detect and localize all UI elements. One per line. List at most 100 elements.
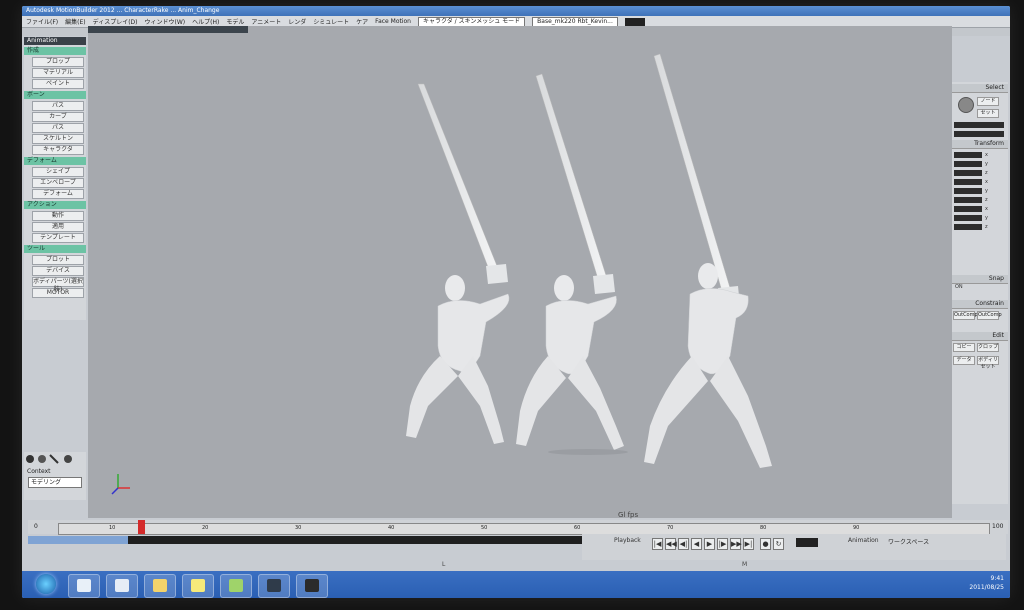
playhead[interactable] (138, 520, 145, 534)
record-button[interactable]: ● (760, 538, 771, 550)
play-button[interactable]: ▶ (704, 538, 715, 550)
left-button[interactable]: ボディパーツ(選択肢) (32, 277, 84, 293)
menu-edit[interactable]: 編集(E) (65, 17, 85, 26)
menu-animate[interactable]: アニメート (251, 17, 281, 26)
taskbar-app[interactable] (144, 574, 176, 598)
animation-layer-select[interactable]: ワークスペース (888, 537, 929, 546)
timeline[interactable]: 0 10 20 30 40 50 60 70 80 90 100 (28, 520, 1008, 535)
edit-button[interactable]: データ (953, 356, 975, 365)
mode-select[interactable]: キャラクタ / スキンメッシュ モード (418, 16, 526, 27)
paint-icon[interactable] (26, 455, 34, 463)
left-button[interactable]: デフォーム (32, 189, 84, 199)
character-figure[interactable] (644, 53, 772, 468)
left-button[interactable]: パス (32, 101, 84, 111)
menu-display[interactable]: ディスプレイ(D) (93, 17, 138, 26)
edit-button[interactable]: コピー (953, 343, 975, 352)
go-end-button[interactable]: ▶| (743, 538, 754, 550)
left-button[interactable]: パス (32, 123, 84, 133)
transform-field[interactable] (954, 170, 982, 176)
edit-button[interactable]: ボディリセット (977, 356, 999, 370)
taskbar-app[interactable] (106, 574, 138, 598)
menu-face-motion[interactable]: Face Motion (375, 18, 411, 25)
select-field[interactable] (954, 122, 1004, 128)
tick-label: 70 (667, 525, 674, 531)
edit-button[interactable]: クロップ (977, 343, 999, 352)
search-field[interactable] (624, 17, 645, 26)
left-button[interactable]: デバイス (32, 266, 84, 276)
timeline-start[interactable]: 0 (34, 523, 38, 530)
left-button[interactable]: エンベロープ (32, 178, 84, 188)
select-sphere-icon[interactable] (958, 97, 974, 113)
character-figure[interactable] (406, 83, 510, 444)
next-key-button[interactable]: |▶ (717, 538, 728, 550)
left-button[interactable]: プロット (32, 255, 84, 265)
sphere-icon[interactable] (64, 455, 72, 463)
scene-canvas (111, 53, 772, 495)
taskbar-app[interactable] (296, 574, 328, 598)
frame-field[interactable] (796, 538, 818, 547)
left-button[interactable]: MOTOR (32, 288, 84, 298)
section-action[interactable]: アクション (24, 201, 86, 209)
left-button[interactable]: テンプレート (32, 233, 84, 243)
select-field[interactable] (954, 131, 1004, 137)
constrain-button[interactable]: OutComp (977, 311, 1002, 320)
timeline-end[interactable]: 100 (992, 523, 1003, 530)
section-deform[interactable]: デフォーム (24, 157, 86, 165)
constrain-button[interactable]: OutComp (953, 311, 978, 320)
taskbar-app[interactable] (68, 574, 100, 598)
transform-field[interactable] (954, 161, 982, 167)
select-area: ノード セット (952, 93, 1008, 119)
transform-field[interactable] (954, 224, 982, 230)
left-button[interactable]: 動作 (32, 211, 84, 221)
transform-field[interactable] (954, 197, 982, 203)
menu-render[interactable]: レンダ (288, 17, 306, 26)
transform-field[interactable] (954, 188, 982, 194)
wand-icon[interactable] (49, 454, 59, 464)
character-figure[interactable] (516, 73, 628, 455)
left-button[interactable]: シェイプ (32, 167, 84, 177)
section-create[interactable]: 作成 (24, 47, 86, 55)
start-button[interactable] (36, 574, 56, 594)
brush-icon[interactable] (38, 455, 46, 463)
3d-viewport[interactable]: Gl fps (88, 26, 952, 519)
file-select[interactable]: Base_mk220 Rbt_Kevin... (532, 16, 618, 27)
menu-care[interactable]: ケア (356, 17, 368, 26)
context-select[interactable]: モデリング (28, 477, 82, 488)
left-button[interactable]: ペイント (32, 79, 84, 89)
left-button[interactable]: スケルトン (32, 134, 84, 144)
play-reverse-button[interactable]: ◀ (691, 538, 702, 550)
axis-label: z (985, 170, 988, 176)
transform-field[interactable] (954, 152, 982, 158)
taskbar-app[interactable] (182, 574, 214, 598)
transform-options (952, 233, 1008, 273)
playback-label: Playback (614, 537, 641, 544)
left-button[interactable]: カーブ (32, 112, 84, 122)
left-button[interactable]: プロップ (32, 57, 84, 67)
transform-field[interactable] (954, 215, 982, 221)
status-middle: M (742, 561, 748, 568)
left-panel: Animation 作成 プロップ マテリアル ペイント ボーン パス カーブ … (24, 37, 86, 320)
left-button[interactable]: 適用 (32, 222, 84, 232)
select-set-button[interactable]: セット (977, 109, 999, 118)
menu-model[interactable]: モデル (226, 17, 244, 26)
transform-field[interactable] (954, 206, 982, 212)
go-start-button[interactable]: |◀ (652, 538, 663, 550)
taskbar-app[interactable] (220, 574, 252, 598)
menu-window[interactable]: ウィンドウ(W) (145, 17, 186, 26)
menu-simulate[interactable]: シミュレート (313, 17, 349, 26)
fast-forward-button[interactable]: ▶▶ (730, 538, 742, 550)
menu-file[interactable]: ファイル(F) (26, 17, 58, 26)
transform-field[interactable] (954, 179, 982, 185)
left-button[interactable]: マテリアル (32, 68, 84, 78)
playback-controls: Playback |◀ ◀◀ ◀| ◀ ▶ |▶ ▶▶ ▶| ● ↻ Anima… (582, 534, 1006, 560)
taskbar-app[interactable] (258, 574, 290, 598)
prev-key-button[interactable]: ◀| (678, 538, 689, 550)
loop-button[interactable]: ↻ (773, 538, 784, 550)
section-bone[interactable]: ボーン (24, 91, 86, 99)
select-node-button[interactable]: ノード (977, 97, 999, 106)
left-button[interactable]: キャラクタ (32, 145, 84, 155)
menu-help[interactable]: ヘルプ(H) (192, 17, 219, 26)
system-clock[interactable]: 9:41 2011/08/25 (969, 574, 1004, 592)
section-tools[interactable]: ツール (24, 245, 86, 253)
rewind-button[interactable]: ◀◀ (665, 538, 677, 550)
